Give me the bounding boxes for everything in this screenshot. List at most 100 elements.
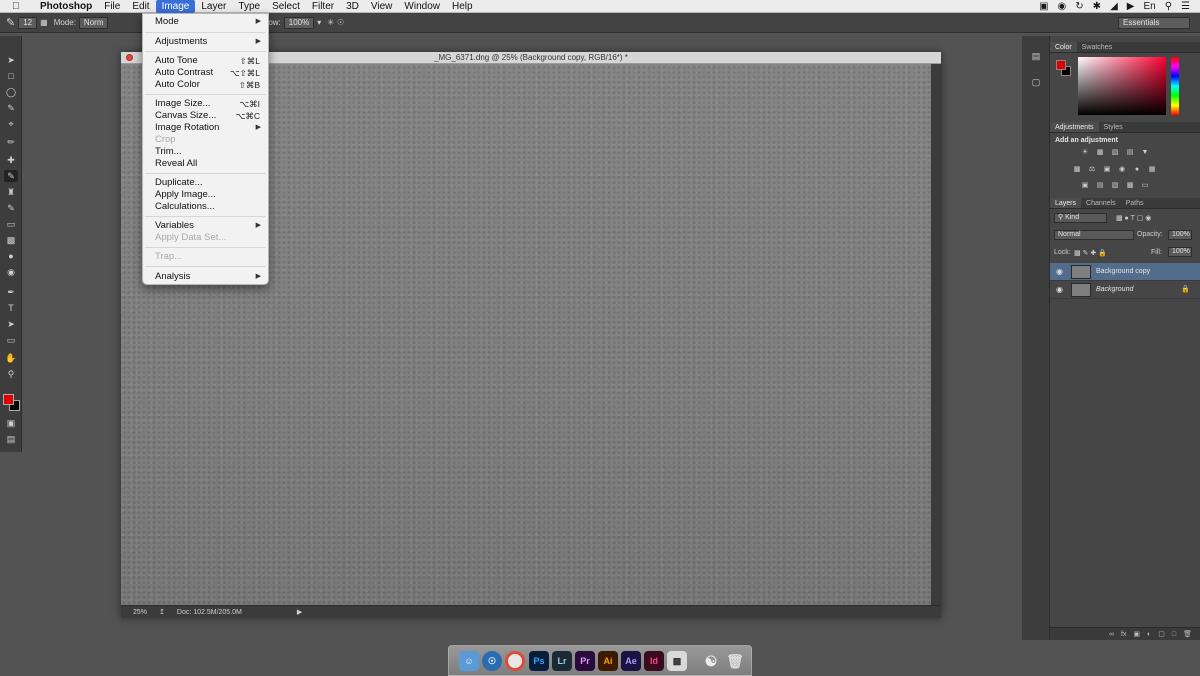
tab-paths[interactable]: Paths xyxy=(1121,198,1149,208)
menu-item-canvas-size[interactable]: Canvas Size... ⌥⌘C xyxy=(143,110,268,122)
color-picker-field[interactable] xyxy=(1078,57,1166,115)
menu-item-image-rotation[interactable]: Image Rotation ▶ xyxy=(143,122,268,134)
menu-layer[interactable]: Layer xyxy=(195,0,232,13)
history-brush-tool-icon[interactable]: ✎ xyxy=(4,202,18,214)
lasso-tool-icon[interactable]: ◯ xyxy=(4,86,18,98)
dock-aftereffects-icon[interactable]: Ae xyxy=(621,651,641,671)
volume-icon[interactable]: ▶ xyxy=(1127,0,1135,13)
menu-app-name[interactable]: Photoshop xyxy=(34,0,98,13)
dock-illustrator-icon[interactable]: Ai xyxy=(598,651,618,671)
new-group-icon[interactable]: ▢ xyxy=(1158,630,1165,638)
menu-item-auto-contrast[interactable]: Auto Contrast ⌥⇧⌘L xyxy=(143,67,268,79)
bw-adjustment-icon[interactable]: ▣ xyxy=(1102,166,1112,174)
notification-icon[interactable]: ☰ xyxy=(1181,0,1190,13)
menu-view[interactable]: View xyxy=(365,0,399,13)
wifi-icon[interactable]: ◢ xyxy=(1110,0,1118,13)
menu-item-mode[interactable]: Mode ▶ xyxy=(143,16,268,28)
menu-item-adjustments[interactable]: Adjustments ▶ xyxy=(143,36,268,48)
hand-tool-icon[interactable]: ✋ xyxy=(4,352,18,364)
tab-adjustments[interactable]: Adjustments xyxy=(1050,122,1099,132)
menu-help[interactable]: Help xyxy=(446,0,479,13)
menu-edit[interactable]: Edit xyxy=(126,0,155,13)
tab-channels[interactable]: Channels xyxy=(1081,198,1121,208)
status-menu-arrow-icon[interactable]: ▶ xyxy=(297,608,302,616)
invert-adjustment-icon[interactable]: ▣ xyxy=(1080,182,1090,190)
color-balance-adjustment-icon[interactable]: ⚖ xyxy=(1087,166,1097,174)
tab-styles[interactable]: Styles xyxy=(1099,122,1128,132)
menu-item-auto-tone[interactable]: Auto Tone ⇧⌘L xyxy=(143,55,268,67)
crop-tool-icon[interactable]: ⌖ xyxy=(4,118,18,130)
brush-size-picker[interactable]: 12 xyxy=(18,16,38,29)
menu-item-analysis[interactable]: Analysis ▶ xyxy=(143,271,268,283)
export-icon[interactable]: ↥ xyxy=(159,608,165,616)
menu-type[interactable]: Type xyxy=(232,0,266,13)
opacity-input[interactable]: 100% xyxy=(1168,230,1192,240)
channel-mixer-adjustment-icon[interactable]: ● xyxy=(1132,166,1142,174)
color-lookup-adjustment-icon[interactable]: ▦ xyxy=(1147,166,1157,174)
menu-item-duplicate[interactable]: Duplicate... xyxy=(143,177,268,189)
tab-layers[interactable]: Layers xyxy=(1050,198,1082,208)
link-layers-icon[interactable]: ∞ xyxy=(1109,631,1114,638)
panel-foreground-swatch[interactable] xyxy=(1056,60,1066,70)
flow-input[interactable]: 100% xyxy=(283,16,315,29)
pen-tool-icon[interactable]: ✒ xyxy=(4,286,18,298)
menu-filter[interactable]: Filter xyxy=(306,0,340,13)
gradient-tool-icon[interactable]: ▩ xyxy=(4,234,18,246)
dock-premiere-icon[interactable]: Pr xyxy=(575,651,595,671)
visibility-eye-icon[interactable]: ◉ xyxy=(1056,267,1063,276)
zoom-tool-icon[interactable]: ⚲ xyxy=(4,368,18,380)
menu-item-variables[interactable]: Variables ▶ xyxy=(143,220,268,232)
dock-chrome-icon[interactable] xyxy=(505,651,525,671)
menu-3d[interactable]: 3D xyxy=(340,0,365,13)
brush-tool-icon[interactable]: ✎ xyxy=(6,16,15,29)
move-tool-icon[interactable]: ➤ xyxy=(4,54,18,66)
brush-panel-icon[interactable]: ▦ xyxy=(40,18,48,27)
gradient-map-adjustment-icon[interactable]: ▼ xyxy=(1140,149,1150,157)
screen-mode-icon[interactable]: ▤ xyxy=(4,433,18,445)
path-select-tool-icon[interactable]: ➤ xyxy=(4,318,18,330)
layer-row-background[interactable]: ◉ Background 🔒 xyxy=(1050,281,1200,299)
properties-panel-icon[interactable]: ▢ xyxy=(1030,76,1042,88)
menu-item-apply-image[interactable]: Apply Image... xyxy=(143,189,268,201)
quick-mask-icon[interactable]: ▣ xyxy=(4,417,18,429)
shape-tool-icon[interactable]: ▭ xyxy=(4,334,18,346)
camera-icon[interactable]: ▣ xyxy=(1039,0,1048,13)
timemachine-icon[interactable]: ↻ xyxy=(1075,0,1083,13)
layer-filter-icons[interactable]: ▩ ● T ▢ ◉ xyxy=(1116,214,1151,222)
dock-indesign-icon[interactable]: Id xyxy=(644,651,664,671)
visibility-eye-icon[interactable]: ◉ xyxy=(1056,285,1063,294)
spotlight-icon[interactable]: ⚲ xyxy=(1165,0,1172,13)
gradient-fill-adjustment-icon[interactable]: ▭ xyxy=(1140,182,1150,190)
healing-tool-icon[interactable]: ✚ xyxy=(4,154,18,166)
tab-swatches[interactable]: Swatches xyxy=(1077,42,1117,52)
layer-kind-filter[interactable]: ⚲ Kind xyxy=(1054,213,1107,223)
menu-item-calculations[interactable]: Calculations... xyxy=(143,201,268,213)
posterize-adjustment-icon[interactable]: ▤ xyxy=(1095,182,1105,190)
tablet-size-icon[interactable]: ☉ xyxy=(337,18,344,27)
menu-file[interactable]: File xyxy=(98,0,126,13)
curves-adjustment-icon[interactable]: ▧ xyxy=(1110,149,1120,157)
marquee-tool-icon[interactable]: □ xyxy=(4,70,18,82)
eyedropper-tool-icon[interactable]: ✏ xyxy=(4,136,18,148)
foreground-color-swatch[interactable] xyxy=(3,394,14,405)
fill-input[interactable]: 100% xyxy=(1168,247,1192,257)
menu-item-reveal-all[interactable]: Reveal All xyxy=(143,158,268,170)
zoom-level[interactable]: 25% xyxy=(133,609,147,616)
dock-safari-icon[interactable]: ☉ xyxy=(482,651,502,671)
fx-icon[interactable]: fx xyxy=(1121,631,1126,638)
brush-tool-icon[interactable]: ✎ xyxy=(4,170,18,182)
chevron-down-icon[interactable]: ▾ xyxy=(317,18,321,27)
photo-filter-adjustment-icon[interactable]: ◉ xyxy=(1117,166,1127,174)
trash-icon[interactable]: 🗑 xyxy=(1183,630,1192,638)
menu-item-auto-color[interactable]: Auto Color ⇧⌘B xyxy=(143,79,268,91)
hue-sat-adjustment-icon[interactable]: ▩ xyxy=(1072,166,1082,174)
menu-item-trim[interactable]: Trim... xyxy=(143,146,268,158)
exposure-adjustment-icon[interactable]: ▤ xyxy=(1125,149,1135,157)
mode-select[interactable]: Norm xyxy=(78,16,109,29)
quick-select-tool-icon[interactable]: ✎ xyxy=(4,102,18,114)
bluetooth-icon[interactable]: ✱ xyxy=(1093,0,1101,13)
menu-select[interactable]: Select xyxy=(266,0,306,13)
menu-item-image-size[interactable]: Image Size... ⌥⌘I xyxy=(143,98,268,110)
dock-finder-icon[interactable]: ☺ xyxy=(459,651,479,671)
new-layer-icon[interactable]: □ xyxy=(1172,631,1176,638)
